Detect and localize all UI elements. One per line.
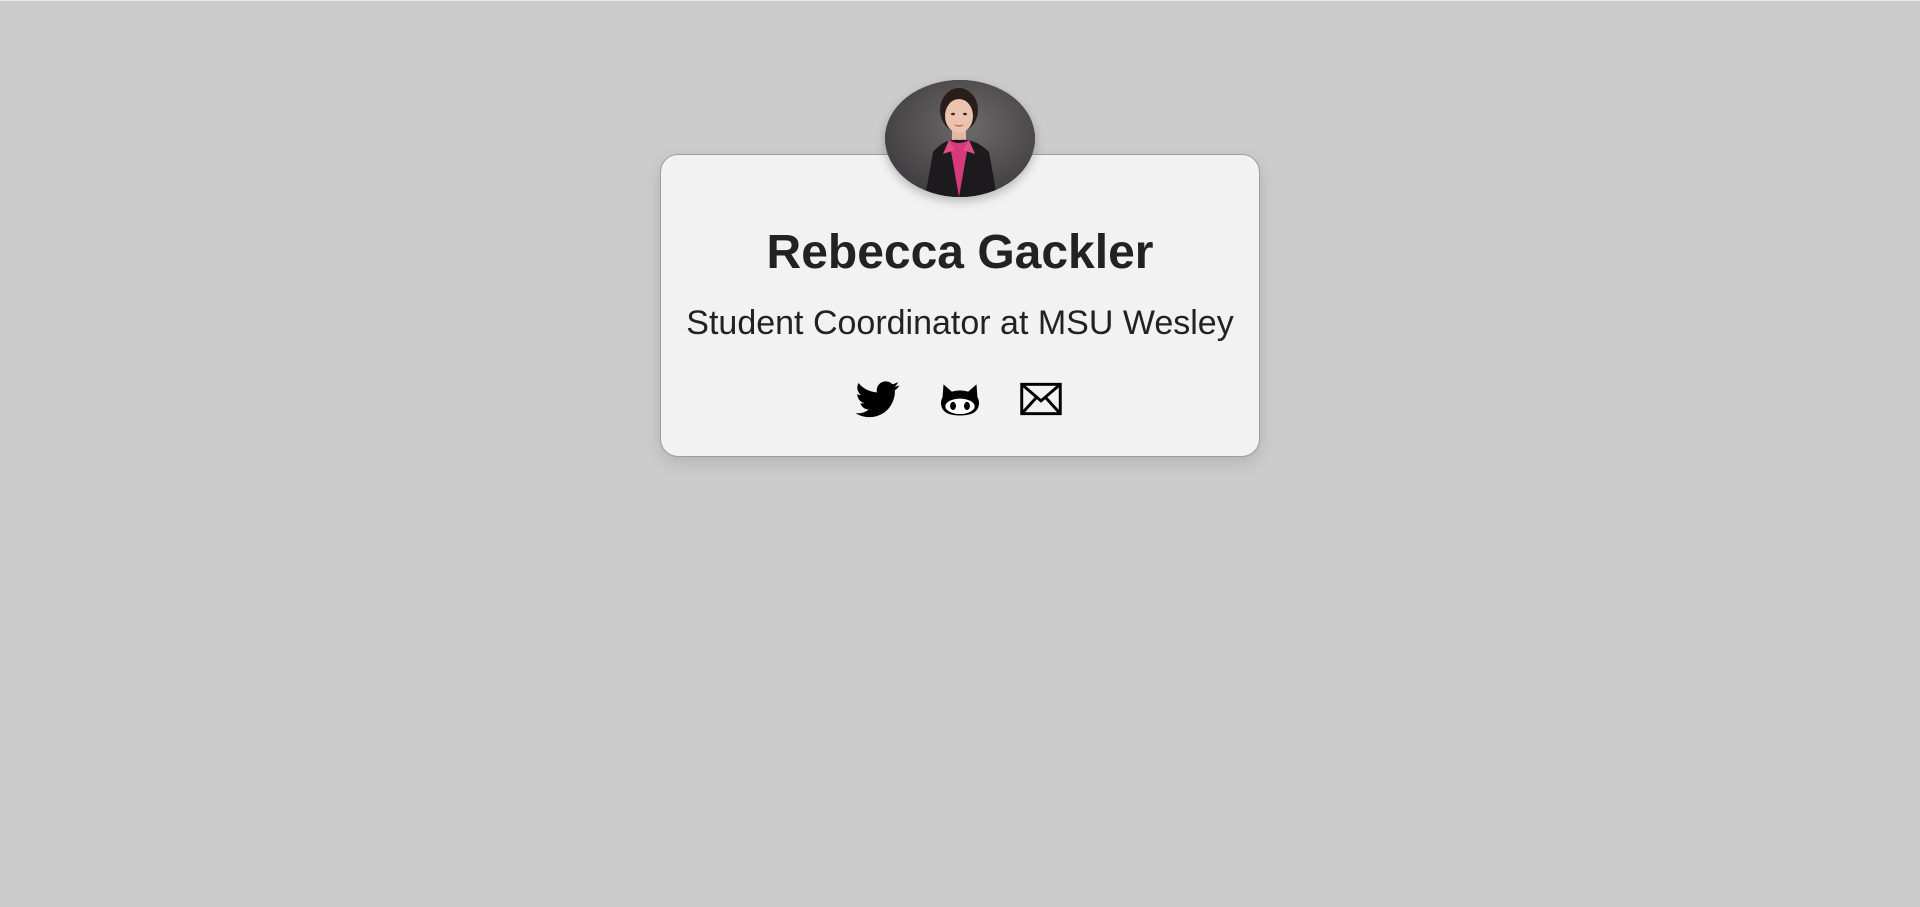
avatar <box>885 80 1035 197</box>
twitter-icon <box>855 381 900 418</box>
avatar-portrait <box>885 80 1035 197</box>
email-icon <box>1020 382 1062 416</box>
social-links <box>0 377 1920 421</box>
profile-title: Student Coordinator at MSU Wesley <box>686 304 1234 342</box>
github-icon <box>940 384 980 416</box>
twitter-link[interactable] <box>855 377 901 421</box>
page: Rebecca Gackler Student Coordinator at M… <box>0 0 1920 907</box>
profile-name: Rebecca Gackler <box>766 226 1154 279</box>
email-link[interactable] <box>1018 377 1064 421</box>
github-link[interactable] <box>937 377 983 421</box>
